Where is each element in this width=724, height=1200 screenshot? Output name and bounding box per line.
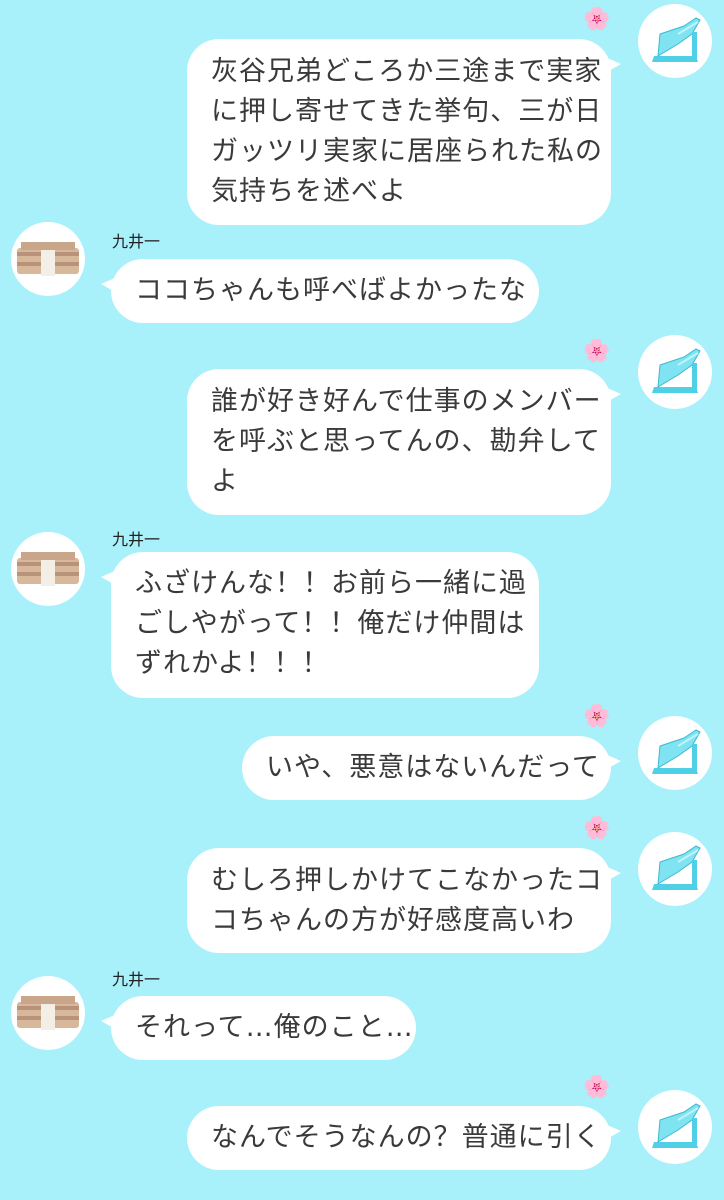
message-bubble: なんでそうなんの？普通に引く	[187, 1106, 621, 1170]
other-avatar[interactable]	[11, 222, 85, 296]
money-stack-icon	[17, 552, 79, 586]
message-flower-icon: 🌸	[583, 7, 611, 32]
message-bubble: ココちゃんも呼べばよかったな	[101, 259, 539, 323]
message-text-line: なんでそうなんの？普通に引く	[211, 1122, 602, 1153]
money-stack-icon	[17, 996, 79, 1030]
message-bubble: ふざけんな！！お前ら一緒に過 ごしやがって！！俺だけ仲間は ずれかよ！！！	[101, 552, 539, 698]
sender-name: 九井一	[112, 232, 161, 251]
message-text-line: に押し寄せてきた挙句、三が日	[211, 96, 603, 127]
high-heel-shoe-icon	[652, 845, 701, 890]
high-heel-shoe-icon	[652, 348, 701, 393]
message-bubble: 灰谷兄弟どころか三途まで実家 に押し寄せてきた挙句、三が日 ガッツリ実家に居座ら…	[187, 39, 621, 225]
message-flower-icon: 🌸	[583, 1075, 611, 1100]
message-text-line: よ	[211, 466, 239, 497]
message-text-line: 気持ちを述べよ	[211, 176, 407, 207]
other-avatar[interactable]	[11, 532, 85, 606]
money-stack-icon	[17, 242, 79, 276]
sender-name: 九井一	[112, 530, 161, 549]
high-heel-shoe-icon	[652, 17, 701, 62]
other-avatar[interactable]	[11, 976, 85, 1050]
message-text-line: それって…俺のこと…	[135, 1012, 414, 1043]
me-avatar[interactable]	[638, 716, 712, 790]
message-bubble: それって…俺のこと…	[101, 996, 416, 1060]
message-flower-icon: 🌸	[583, 339, 611, 364]
message-text-line: むしろ押しかけてこなかったコ	[211, 865, 603, 896]
high-heel-shoe-icon	[652, 729, 701, 774]
me-avatar[interactable]	[638, 1090, 712, 1164]
message-text-line: ココちゃんも呼べばよかったな	[135, 275, 527, 306]
message-text-line: ごしやがって！！俺だけ仲間は	[135, 608, 526, 639]
message-bubble: いや、悪意はないんだって	[242, 736, 621, 800]
message-bubble: 誰が好き好んで仕事のメンバー を呼ぶと思ってんの、勘弁して よ	[187, 369, 621, 515]
high-heel-shoe-icon	[652, 1103, 701, 1148]
message-text-line: ふざけんな！！お前ら一緒に過	[135, 568, 527, 599]
message-bubble: むしろ押しかけてこなかったコ コちゃんの方が好感度高いわ	[187, 848, 621, 953]
me-avatar[interactable]	[638, 335, 712, 409]
message-flower-icon: 🌸	[583, 816, 611, 841]
message-text-line: コちゃんの方が好感度高いわ	[211, 905, 575, 936]
sender-name: 九井一	[112, 970, 161, 989]
me-avatar[interactable]	[638, 832, 712, 906]
message-text-line: 誰が好き好んで仕事のメンバー	[211, 386, 602, 417]
message-text-line: 灰谷兄弟どころか三途まで実家	[211, 56, 603, 87]
me-avatar[interactable]	[638, 4, 712, 78]
message-text-line: ずれかよ！！！	[135, 648, 330, 679]
message-text-line: ガッツリ実家に居座られた私の	[211, 136, 603, 167]
message-text-line: いや、悪意はないんだって	[266, 752, 600, 783]
message-text-line: を呼ぶと思ってんの、勘弁して	[211, 426, 601, 457]
message-flower-icon: 🌸	[583, 704, 611, 729]
